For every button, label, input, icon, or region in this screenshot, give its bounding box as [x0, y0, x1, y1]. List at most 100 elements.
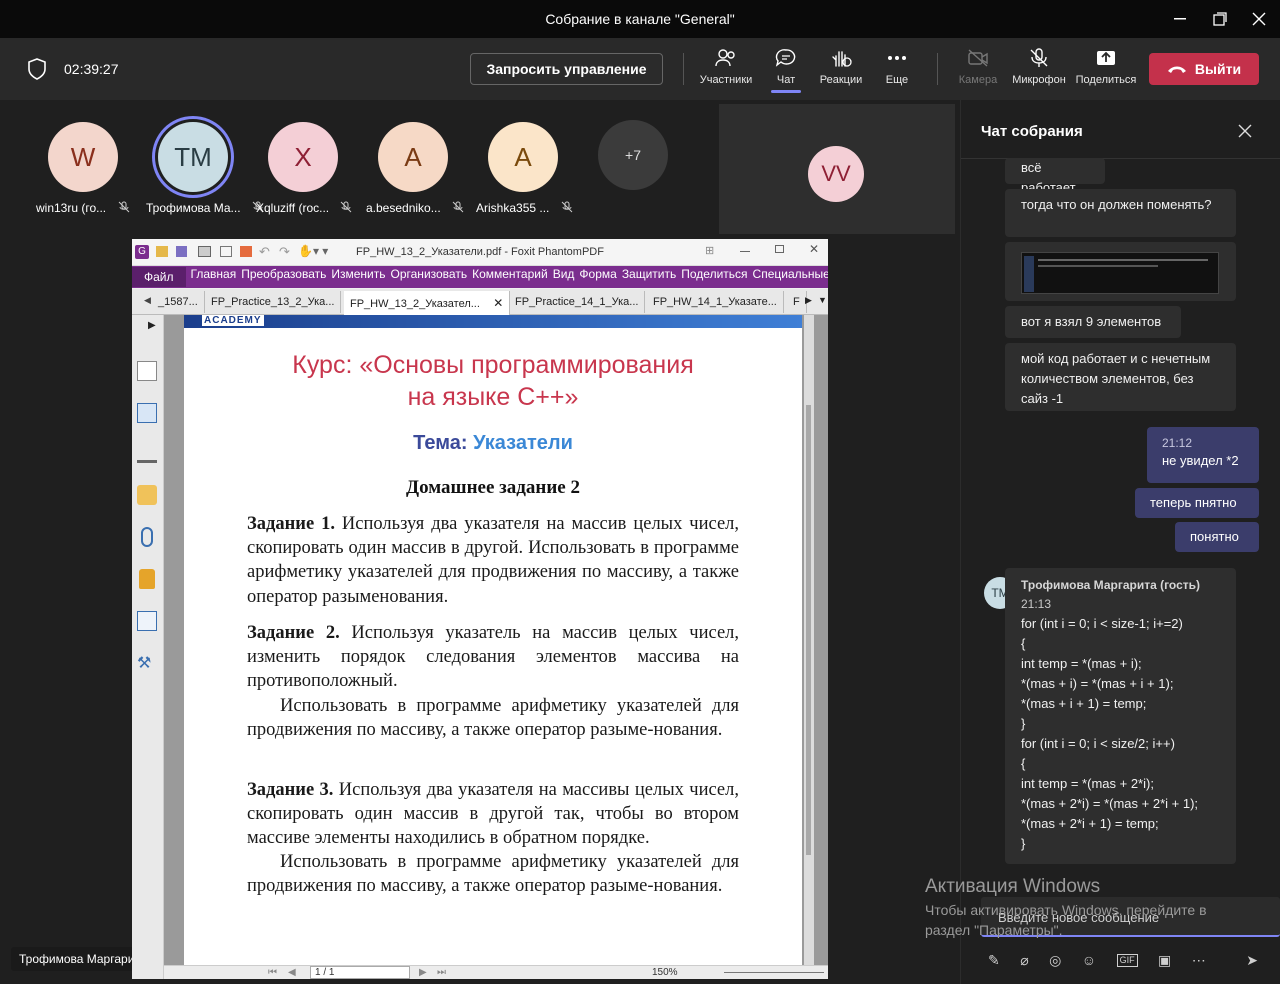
chat-message: всё работает — [1005, 158, 1105, 195]
pdf-menu-item[interactable]: Главная — [191, 267, 237, 287]
activation-line2: раздел "Параметры". — [925, 922, 1063, 938]
close-window-icon[interactable] — [1247, 8, 1271, 30]
form-icon[interactable] — [137, 611, 157, 631]
share-button[interactable]: Поделиться — [1076, 48, 1136, 94]
participant-avatar[interactable]: A — [378, 122, 448, 192]
next-page-icon[interactable]: ▶ — [419, 967, 427, 978]
my-message: понятно — [1175, 522, 1259, 552]
pdf-tab-label: FP_HW_14_1_Указате... — [653, 296, 777, 308]
participant-avatar[interactable]: A — [488, 122, 558, 192]
pdf-menu-item[interactable]: Вид — [553, 267, 575, 287]
pdf-menu-item[interactable]: Комментарий — [472, 267, 548, 287]
task-2-label: Задание 2. — [247, 623, 340, 643]
layout-icon[interactable]: ⊞ — [705, 244, 714, 257]
chat-message: вот я взял 9 элементов — [1005, 306, 1181, 338]
close-tab-icon[interactable]: ✕ — [490, 296, 503, 310]
code-line: for (int i = 0; i < size/2; i++) — [1021, 736, 1175, 751]
mic-button[interactable]: Микрофон — [1011, 48, 1067, 94]
topic-value: Указатели — [473, 432, 573, 454]
meeting-timer: 02:39:27 — [64, 61, 119, 77]
emoji-icon[interactable]: ☺ — [1082, 952, 1096, 970]
pdf-scrollbar[interactable] — [804, 315, 814, 965]
request-control-button[interactable]: Запросить управление — [470, 53, 663, 85]
pdf-menu-item[interactable]: Файл — [132, 267, 186, 287]
reactions-button[interactable]: Реакции — [819, 48, 863, 94]
my-message: теперь пнятно — [1135, 488, 1259, 518]
send-icon[interactable]: ➤ — [1246, 952, 1258, 970]
participant-avatar[interactable]: W — [48, 122, 118, 192]
pdf-menu-item[interactable]: Форма — [579, 267, 616, 287]
loop-icon[interactable]: ◎ — [1049, 952, 1061, 970]
tools-icon[interactable]: ⚒ — [137, 653, 157, 673]
pdf-menu-item[interactable]: Защитить — [622, 267, 676, 287]
pdf-tabs-bar: ◀ _1587... FP_Practice_13_2_Ука... FP_HW_1… — [132, 289, 828, 316]
course-title: Курс: «Основы программирования на языке … — [184, 349, 802, 413]
pdf-restore-icon[interactable] — [775, 245, 784, 253]
pdf-tab[interactable]: _1587... — [152, 291, 205, 313]
pdf-tab[interactable]: FP_HW_14_1_Указате... — [647, 291, 784, 313]
tab-scroll-left-icon[interactable]: ◀ — [144, 295, 151, 306]
pdf-menu-item[interactable]: Поделиться — [681, 267, 747, 287]
tab-list-icon[interactable]: ▼ — [818, 295, 827, 305]
pdf-tab[interactable]: FP_Practice_14_1_Ука... — [509, 291, 646, 313]
pdf-menu-item[interactable]: Специальные возмо — [753, 267, 828, 287]
activation-title: Активация Windows — [925, 876, 1101, 897]
close-chat-icon[interactable] — [1238, 124, 1252, 143]
participant-avatar[interactable]: X — [268, 122, 338, 192]
minimize-icon[interactable] — [1168, 8, 1192, 30]
code-line: *(mas + 2*i) = *(mas + 2*i + 1); — [1021, 796, 1199, 811]
screenshot-thumbnail[interactable] — [1021, 252, 1219, 294]
page-number-field[interactable]: 1 / 1 — [310, 966, 410, 979]
tab-scroll-right-icon[interactable]: ▶ — [805, 295, 812, 306]
pdf-tab[interactable]: FP_HW_13_2_Указател... ✕ — [344, 291, 511, 316]
pages-icon[interactable] — [137, 361, 157, 381]
chat-button[interactable]: Чат — [771, 48, 801, 94]
sticker-icon[interactable]: ▣ — [1158, 952, 1171, 970]
message-sender: Трофимова Маргарита (гость) — [1021, 578, 1201, 592]
pdf-tab[interactable]: F — [787, 291, 807, 313]
gif-icon[interactable]: GIF — [1116, 954, 1138, 967]
participants-label: Участники — [699, 74, 753, 86]
expand-panel-icon[interactable]: ▶ — [148, 320, 156, 331]
pdf-tab[interactable]: FP_Practice_13_2_Ука... — [205, 291, 342, 313]
camera-label: Камера — [958, 74, 998, 86]
first-page-icon[interactable]: ⏮ — [268, 967, 277, 978]
pdf-tab-label: FP_Practice_14_1_Ука... — [515, 296, 639, 308]
hand-icon — [832, 51, 852, 67]
maximize-icon[interactable] — [1208, 8, 1232, 30]
more-options-icon[interactable]: ⋯ — [1192, 952, 1206, 970]
pdf-status-bar: ⏮ ◀ 1 / 1 ▶ ⏭ 150% — [164, 965, 828, 979]
more-button[interactable]: Еще — [884, 48, 910, 94]
attachments-icon[interactable] — [141, 527, 153, 547]
pdf-window-title: FP_HW_13_2_Указатели.pdf - Foxit Phantom… — [356, 246, 604, 258]
mic-off-icon — [1030, 48, 1048, 67]
zoom-value[interactable]: 150% — [652, 967, 678, 978]
pdf-menu-item[interactable]: Организовать — [391, 267, 468, 287]
leave-button[interactable]: Выйти — [1149, 53, 1259, 85]
participant-avatar[interactable]: TM — [158, 122, 228, 192]
pdf-minimize-icon[interactable] — [740, 251, 750, 252]
pdf-menu-item[interactable]: Изменить — [331, 267, 385, 287]
pdf-scroll-thumb[interactable] — [806, 405, 811, 855]
pdf-close-icon[interactable]: ✕ — [809, 242, 819, 256]
format-icon[interactable]: ✎ — [988, 952, 1000, 970]
window-title: Собрание в канале "General" — [545, 11, 735, 27]
more-participants-avatar[interactable]: +7 — [598, 120, 668, 190]
stack-icon[interactable] — [137, 443, 157, 463]
camera-button[interactable]: Камера — [958, 48, 998, 94]
lock-icon[interactable] — [139, 569, 155, 589]
code-line: int temp = *(mas + i); — [1021, 656, 1142, 671]
participants-button[interactable]: Участники — [699, 48, 753, 94]
code-line: } — [1021, 716, 1026, 731]
layers-icon[interactable] — [137, 403, 157, 423]
comments-icon[interactable] — [137, 485, 157, 505]
pdf-menu-item[interactable]: Преобразовать — [241, 267, 326, 287]
prev-page-icon[interactable]: ◀ — [288, 967, 296, 978]
self-avatar: VV — [808, 146, 864, 202]
code-line: { — [1021, 636, 1026, 651]
last-page-icon[interactable]: ⏭ — [437, 967, 446, 978]
divider — [937, 53, 938, 85]
mic-muted-icon — [452, 201, 464, 213]
attach-icon[interactable]: ⌀ — [1020, 952, 1028, 970]
zoom-slider[interactable] — [724, 972, 824, 973]
